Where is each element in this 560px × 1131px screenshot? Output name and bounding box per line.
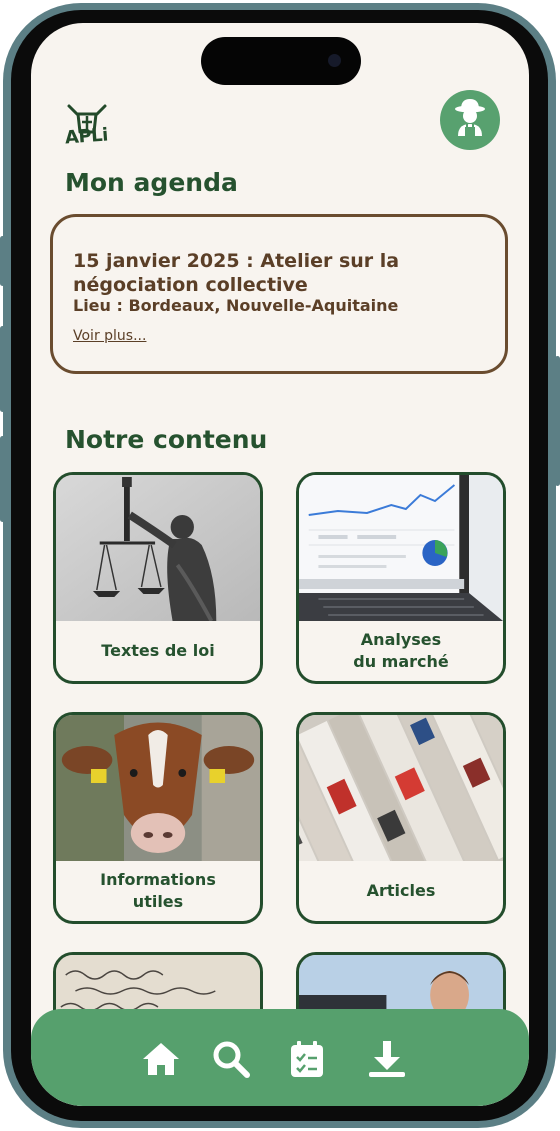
tile-label: Textes de loi — [101, 641, 215, 660]
cow-image — [56, 715, 260, 861]
side-button-volume-up — [0, 326, 5, 412]
logo-text: APLi — [64, 124, 109, 149]
content-title: Notre contenu — [65, 425, 268, 454]
download-icon[interactable] — [367, 1039, 407, 1079]
tile-label: Articles — [366, 881, 436, 900]
bottom-navigation — [31, 1009, 529, 1106]
search-icon[interactable] — [211, 1039, 251, 1079]
app-screen: APLi Mon agenda 15 janvier 2025 : Atelie… — [31, 23, 529, 1106]
event-location: Lieu : Bordeaux, Nouvelle-Aquitaine — [73, 296, 399, 315]
lady-justice-image — [56, 475, 260, 621]
agenda-event-card[interactable]: 15 janvier 2025 : Atelier sur la négocia… — [50, 214, 508, 374]
farmer-avatar-icon — [455, 99, 485, 136]
newspapers-image — [299, 715, 503, 861]
laptop-chart-image — [299, 475, 503, 621]
profile-button[interactable] — [440, 90, 500, 150]
side-button-power — [555, 356, 560, 486]
tile-label: Analyses du marché — [353, 630, 449, 671]
tile-articles[interactable]: Articles — [296, 712, 506, 924]
event-title: 15 janvier 2025 : Atelier sur la négocia… — [73, 250, 400, 296]
dynamic-island — [201, 37, 361, 85]
side-button-volume-down — [0, 436, 5, 522]
event-more-link[interactable]: Voir plus... — [73, 328, 146, 344]
front-camera — [328, 54, 341, 67]
tile-label: Informations utiles — [100, 870, 216, 911]
side-button-mute — [0, 236, 5, 286]
tile-textes-de-loi[interactable]: Textes de loi — [53, 472, 263, 684]
tile-informations-utiles[interactable]: Informations utiles — [53, 712, 263, 924]
agenda-title: Mon agenda — [65, 168, 238, 197]
home-icon[interactable] — [141, 1039, 181, 1079]
calendar-checklist-icon[interactable] — [287, 1039, 327, 1079]
tile-analyses-du-marche[interactable]: Analyses du marché — [296, 472, 506, 684]
